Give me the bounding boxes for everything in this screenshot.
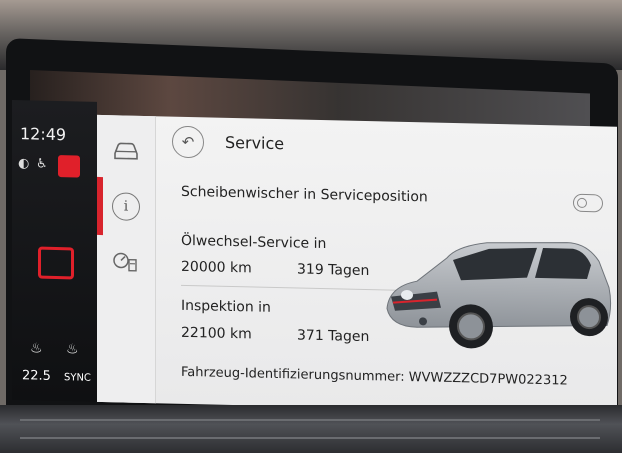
car-image	[386, 242, 612, 349]
wiper-label: Scheibenwischer in Serviceposition	[181, 183, 428, 206]
trim-line	[20, 437, 600, 439]
vin-text: Fahrzeug-Identifizierungsnummer: WVWZZZC…	[181, 364, 568, 389]
inspection-label: Inspektion in	[181, 297, 271, 316]
clock: 12:49	[20, 124, 67, 145]
oil-service-days: 319 Tagen	[297, 261, 370, 280]
temperature-readout[interactable]: 22.5	[22, 368, 51, 384]
sync-button[interactable]: SYNC	[64, 372, 91, 384]
rear-defrost-icon[interactable]	[38, 246, 74, 280]
infotainment-screen: 12:49 ◐ ♿ ♨ ♨ 22.5 SYNC i ↶ Service Sche…	[12, 100, 617, 414]
seat-heating-icon[interactable]: ♨	[66, 341, 79, 357]
oil-service-label: Ölwechsel-Service in	[181, 232, 327, 253]
car-icon	[114, 142, 138, 160]
page-title: Service	[225, 132, 285, 154]
oil-service-distance: 20000 km	[181, 258, 252, 277]
fuel-gauge-icon	[113, 252, 137, 272]
status-icon: ◐	[18, 156, 30, 172]
seatbelt-icon: ♿	[36, 156, 48, 172]
menu-info[interactable]: i	[97, 179, 155, 234]
service-content: ↶ Service Scheibenwischer in Serviceposi…	[155, 116, 617, 413]
info-icon: i	[112, 192, 140, 221]
back-arrow-icon: ↶	[181, 132, 195, 152]
side-menu: i	[97, 114, 156, 404]
menu-vehicle[interactable]	[97, 123, 155, 178]
toggle-knob	[577, 197, 587, 209]
main-panel: i ↶ Service Scheibenwischer in Servicepo…	[97, 114, 617, 414]
alert-icon	[58, 155, 80, 178]
wiper-toggle[interactable]	[573, 193, 603, 213]
dashboard-trim	[0, 405, 622, 453]
inspection-distance: 22100 km	[181, 324, 252, 343]
inspection-days: 371 Tagen	[297, 327, 370, 346]
menu-fuel[interactable]	[97, 235, 155, 290]
seat-heating-icon[interactable]: ♨	[30, 340, 43, 356]
climate-strip: 12:49 ◐ ♿ ♨ ♨ 22.5 SYNC	[12, 100, 97, 402]
back-button[interactable]: ↶	[172, 125, 204, 159]
trim-line	[20, 419, 600, 421]
